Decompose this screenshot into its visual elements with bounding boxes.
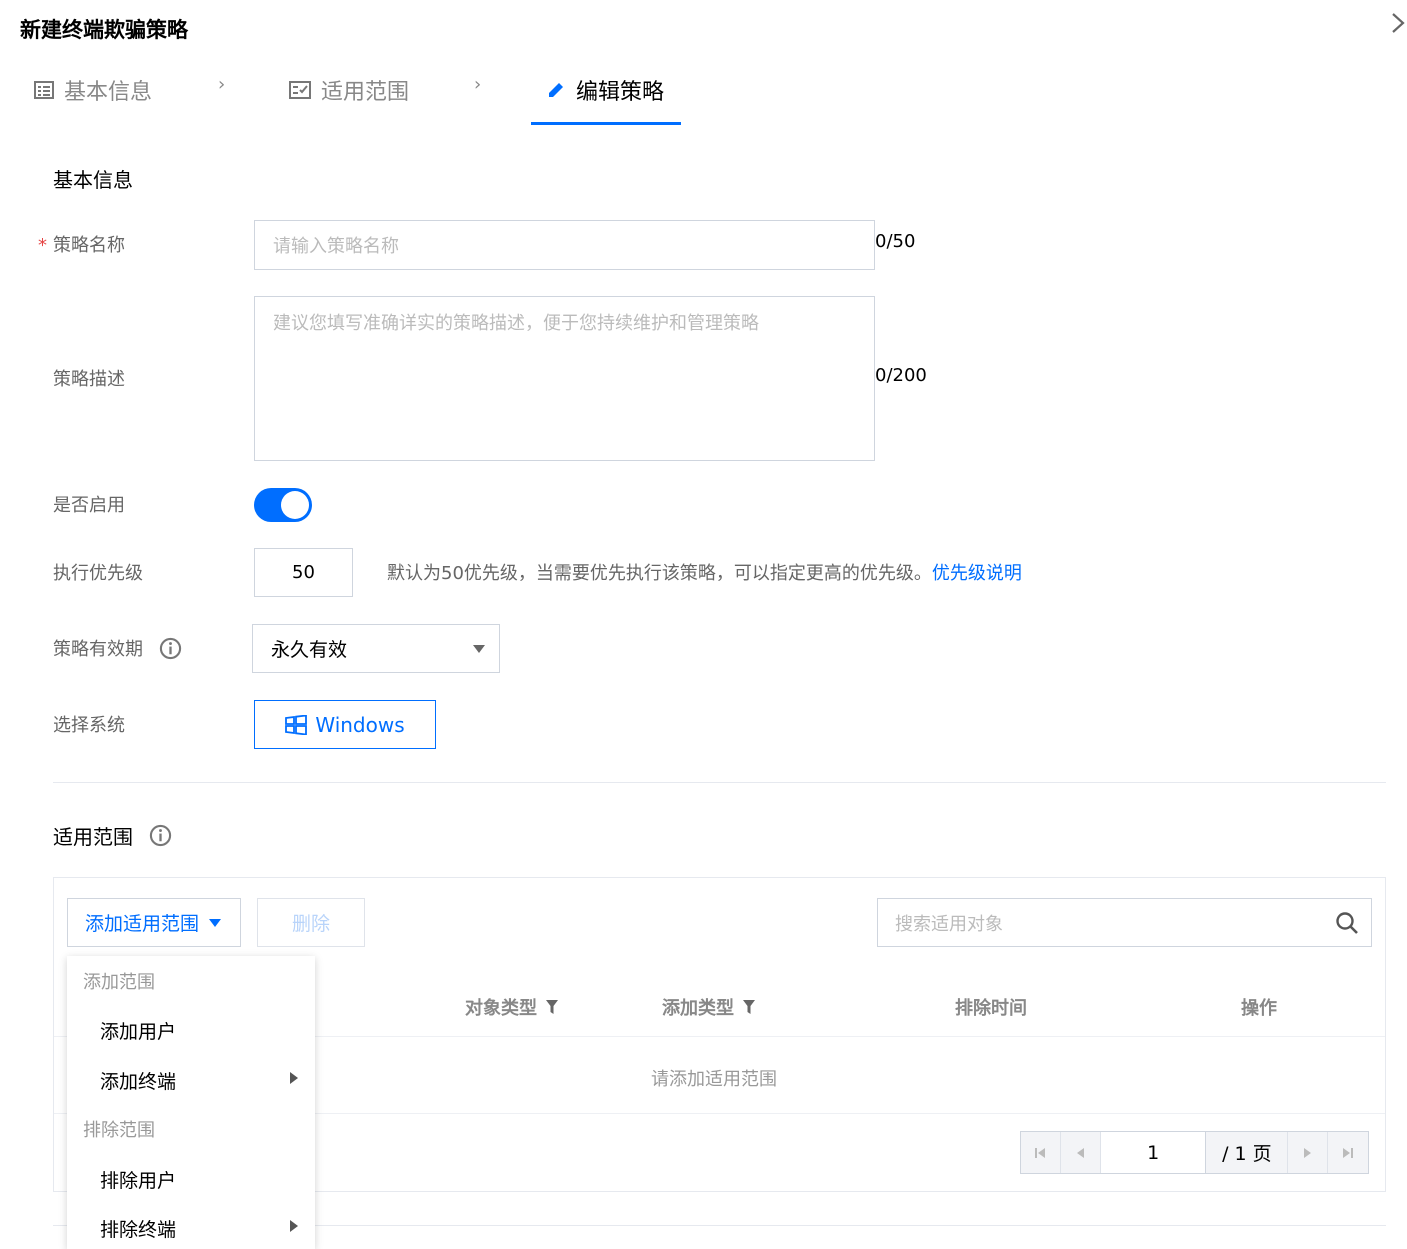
policy-name-input[interactable]: 请输入策略名称 (254, 220, 875, 270)
name-char-counter: 0/50 (875, 231, 916, 252)
column-header-exclude-time: 排除时间 (955, 998, 1027, 1019)
chevron-right-icon (290, 1072, 298, 1084)
step-label: 编辑策略 (576, 80, 665, 105)
step-scope[interactable]: 适用范围 (289, 72, 409, 108)
policy-desc-label: 策略描述 (53, 369, 125, 390)
column-header-actions: 操作 (1241, 998, 1277, 1019)
policy-desc-textarea[interactable]: 建议您填写准确详实的策略描述，便于您持续维护和管理策略 (254, 296, 875, 461)
menu-item-add-endpoint[interactable]: 添加终端 (100, 1067, 176, 1094)
step-basic-info[interactable]: 基本信息 (34, 72, 152, 108)
add-scope-button[interactable]: 添加适用范围 (67, 898, 241, 947)
priority-input[interactable]: 50 (254, 548, 353, 597)
step-edit-policy[interactable]: 编辑策略 (546, 72, 664, 108)
windows-system-button[interactable]: Windows (254, 700, 436, 749)
priority-help-link[interactable]: 优先级说明 (932, 563, 1022, 584)
filter-icon[interactable] (545, 999, 559, 1015)
range-icon (289, 81, 311, 99)
active-step-indicator (531, 122, 681, 125)
info-icon[interactable] (159, 637, 182, 660)
required-mark: * (38, 235, 47, 256)
first-page-icon[interactable] (1021, 1132, 1061, 1173)
dialog-title: 新建终端欺骗策略 (20, 18, 188, 42)
last-page-icon[interactable] (1328, 1132, 1368, 1173)
filter-icon[interactable] (742, 999, 756, 1015)
policy-name-label: * 策略名称 (38, 235, 125, 256)
column-header-add-type[interactable]: 添加类型 (662, 994, 756, 1020)
dropdown-group-add: 添加范围 (83, 972, 155, 993)
step-label: 基本信息 (64, 80, 153, 105)
section-title-scope: 适用范围 (53, 821, 172, 850)
prev-page-icon[interactable] (1061, 1132, 1101, 1173)
priority-label: 执行优先级 (53, 563, 143, 584)
chevron-down-icon (473, 645, 485, 653)
empty-state-text: 请添加适用范围 (651, 1069, 777, 1090)
next-page-icon[interactable] (1288, 1132, 1329, 1173)
chevron-right-icon (290, 1220, 298, 1232)
dropdown-group-exclude: 排除范围 (83, 1120, 155, 1141)
validity-label: 策略有效期 (53, 635, 182, 661)
priority-hint: 默认为50优先级，当需要优先执行该策略，可以指定更高的优先级。优先级说明 (387, 563, 1022, 584)
pagination: 1 / 1 页 (1020, 1131, 1369, 1174)
search-input[interactable]: 搜索适用对象 (877, 898, 1372, 947)
caret-down-icon (209, 918, 222, 927)
add-scope-dropdown: 添加范围 添加用户 添加终端 排除范围 排除用户 排除终端 (67, 956, 315, 1249)
desc-char-counter: 0/200 (875, 365, 927, 386)
delete-button[interactable]: 删除 (257, 898, 365, 947)
section-title-basic: 基本信息 (53, 168, 133, 192)
info-icon[interactable] (149, 824, 172, 847)
menu-item-add-user[interactable]: 添加用户 (100, 1017, 176, 1044)
chevron-right-icon: › (474, 74, 482, 95)
menu-item-exclude-endpoint[interactable]: 排除终端 (100, 1215, 176, 1242)
edit-icon (549, 83, 563, 97)
search-icon[interactable] (1335, 911, 1359, 935)
system-label: 选择系统 (53, 715, 125, 736)
menu-item-exclude-user[interactable]: 排除用户 (100, 1166, 176, 1193)
close-icon[interactable] (1391, 12, 1405, 40)
windows-icon (285, 714, 308, 735)
enable-label: 是否启用 (53, 495, 125, 516)
step-label: 适用范围 (321, 80, 410, 105)
section-divider (53, 782, 1386, 783)
list-icon (34, 81, 54, 99)
enable-toggle[interactable] (254, 488, 312, 522)
column-header-object-type[interactable]: 对象类型 (465, 994, 559, 1020)
page-total: / 1 页 (1206, 1132, 1289, 1173)
chevron-right-icon: › (218, 74, 226, 95)
validity-select[interactable]: 永久有效 (252, 624, 500, 673)
page-number-input[interactable]: 1 (1100, 1132, 1207, 1173)
